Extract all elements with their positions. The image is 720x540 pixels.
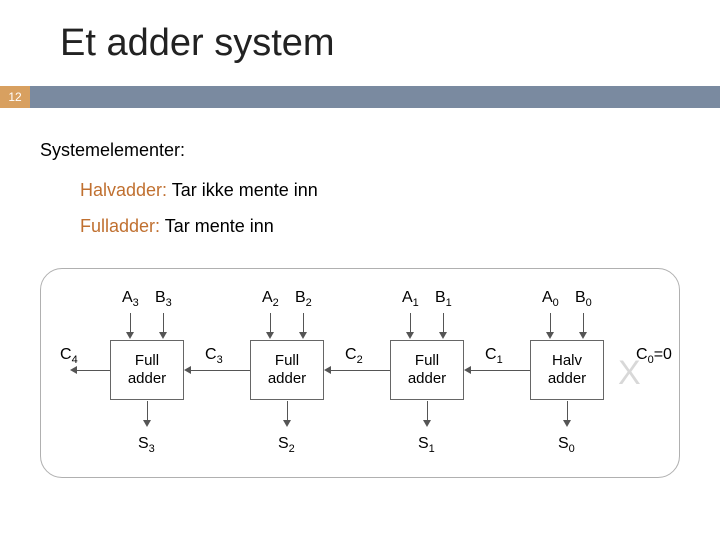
carry-label-C3: C3 xyxy=(205,346,223,366)
input-label-A3: A3 xyxy=(122,289,139,309)
carry-label-C4: C4 xyxy=(60,346,78,366)
carry-label-C2: C2 xyxy=(345,346,363,366)
input-label-B2: B2 xyxy=(295,289,312,309)
bullet-fulladder: Fulladder: Tar mente inn xyxy=(80,216,274,237)
bullet-desc: Tar ikke mente inn xyxy=(167,180,318,200)
output-label-S2: S2 xyxy=(278,435,295,455)
bullet-term: Fulladder: xyxy=(80,216,160,236)
arrow-down-icon xyxy=(125,313,135,339)
arrow-down-icon xyxy=(422,401,432,427)
arrow-down-icon xyxy=(158,313,168,339)
input-label-A0: A0 xyxy=(542,289,559,309)
bullet-desc: Tar mente inn xyxy=(160,216,274,236)
adder-box-3: Fulladder xyxy=(110,340,184,400)
input-label-B1: B1 xyxy=(435,289,452,309)
bullet-halvadder: Halvadder: Tar ikke mente inn xyxy=(80,180,318,201)
section-heading: Systemelementer: xyxy=(40,140,185,161)
page-ribbon: 12 xyxy=(0,86,720,108)
arrow-down-icon xyxy=(298,313,308,339)
ribbon-bar xyxy=(30,86,720,108)
input-label-B3: B3 xyxy=(155,289,172,309)
adder-box-2: Fulladder xyxy=(250,340,324,400)
input-label-B0: B0 xyxy=(575,289,592,309)
arrow-down-icon xyxy=(562,401,572,427)
page-number-badge: 12 xyxy=(0,86,30,108)
bullet-term: Halvadder: xyxy=(80,180,167,200)
arrow-down-icon xyxy=(265,313,275,339)
arrow-down-icon xyxy=(405,313,415,339)
adder-box-0: Halvadder xyxy=(530,340,604,400)
carry-label-C1: C1 xyxy=(485,346,503,366)
input-label-A2: A2 xyxy=(262,289,279,309)
arrow-down-icon xyxy=(438,313,448,339)
output-label-S0: S0 xyxy=(558,435,575,455)
page-title: Et adder system xyxy=(60,22,335,65)
adder-box-1: Fulladder xyxy=(390,340,464,400)
arrow-down-icon xyxy=(545,313,555,339)
output-label-S1: S1 xyxy=(418,435,435,455)
arrow-down-icon xyxy=(578,313,588,339)
arrow-down-icon xyxy=(282,401,292,427)
output-label-S3: S3 xyxy=(138,435,155,455)
arrow-down-icon xyxy=(142,401,152,427)
input-label-A1: A1 xyxy=(402,289,419,309)
cin-label: C0=0 xyxy=(636,346,672,366)
